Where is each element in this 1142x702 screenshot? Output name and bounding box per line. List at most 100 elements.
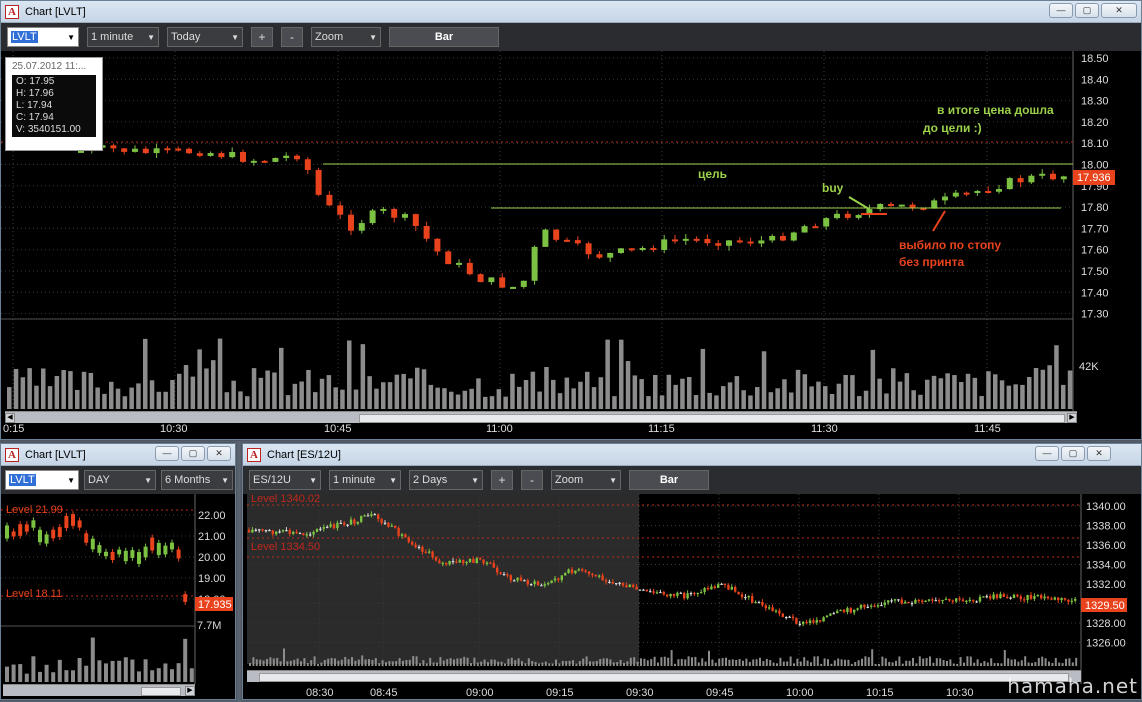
volume-bar — [854, 662, 857, 666]
es-chart-svg: Level 1340.02 Level 1334.50 1340.00 1338.… — [247, 493, 1127, 699]
bar-type-button[interactable]: Bar — [389, 27, 499, 47]
chevron-down-icon: ▼ — [609, 475, 617, 485]
scroll-left-icon[interactable]: ◀ — [5, 413, 15, 423]
candle-body — [479, 558, 482, 560]
candle-body — [370, 514, 373, 516]
candle-body — [883, 602, 886, 605]
es-range-select[interactable]: 2 Days ▼ — [409, 470, 483, 490]
scroll-right-icon[interactable]: ▶ — [185, 686, 195, 696]
maximize-button[interactable]: ▢ — [1075, 3, 1099, 18]
candle-body — [839, 609, 842, 612]
time-label: 08:30 — [306, 687, 334, 699]
volume-bar — [259, 659, 262, 666]
es-symbol-select[interactable]: ES/12U ▼ — [249, 470, 321, 490]
volume-bar — [483, 396, 488, 409]
volume-bar — [231, 380, 236, 409]
price-tick-label: 18.30 — [1081, 96, 1109, 108]
close-button[interactable]: ✕ — [1101, 3, 1137, 18]
main-scrollbar[interactable]: ◀ ▶ — [5, 411, 1077, 423]
candle-body — [823, 218, 830, 227]
price-tick-label: 17.70 — [1081, 223, 1109, 235]
scroll-right-icon[interactable]: ▶ — [1067, 413, 1077, 423]
es-zoom-out-button[interactable]: - — [521, 470, 543, 490]
candle-body — [706, 588, 710, 590]
zoom-select[interactable]: Zoom ▼ — [311, 27, 381, 47]
candle-body — [608, 581, 611, 583]
volume-bar — [670, 650, 673, 666]
main-window-titlebar[interactable]: A Chart [LVLT] — ▢ ✕ — [1, 1, 1141, 23]
candle-body — [876, 605, 880, 607]
interval-select[interactable]: 1 minute ▼ — [87, 27, 159, 47]
candle-body — [632, 584, 635, 587]
minimize-button[interactable]: — — [155, 446, 179, 461]
volume-bar — [761, 351, 767, 409]
candle-body — [366, 515, 370, 517]
es-zoom-in-button[interactable]: + — [491, 470, 513, 490]
es-scrollbar[interactable] — [247, 670, 1081, 682]
daily-price-plot[interactable]: Level 21.99 Level 18.11 22.00 21.00 20.00 1… — [1, 494, 235, 699]
es-bar-type-button[interactable]: Bar — [629, 470, 709, 490]
candle-body — [921, 600, 924, 603]
time-label: 09:15 — [546, 687, 574, 699]
volume-bar — [548, 663, 551, 666]
volume-bar — [422, 660, 425, 666]
volume-bar — [619, 339, 624, 409]
main-price-plot[interactable]: 18.50 18.40 18.30 18.20 18.10 18.00 17.90 17.80… — [1, 51, 1141, 423]
volume-bar — [918, 656, 921, 666]
maximize-button[interactable]: ▢ — [181, 446, 205, 461]
es-window-titlebar[interactable]: A Chart [ES/12U] — ▢ ✕ — [243, 444, 1141, 466]
minimize-button[interactable]: — — [1049, 3, 1073, 18]
candle-body — [349, 519, 353, 525]
es-scroll-thumb[interactable] — [259, 673, 1069, 682]
candle-body — [482, 559, 485, 564]
volume-bar — [728, 659, 731, 666]
minimize-button[interactable]: — — [1035, 446, 1059, 461]
volume-bar — [276, 657, 279, 666]
volume-bar — [1017, 661, 1020, 666]
volume-bar — [932, 662, 935, 666]
candle-body — [703, 588, 706, 593]
zoom-in-button[interactable]: + — [251, 27, 273, 47]
volume-bar — [990, 658, 993, 666]
daily-symbol-select[interactable]: LVLT ▼ — [5, 470, 79, 490]
close-button[interactable]: ✕ — [1087, 446, 1111, 461]
app-logo-icon: A — [247, 447, 261, 462]
volume-bar — [320, 662, 323, 666]
range-select[interactable]: Today ▼ — [167, 27, 243, 47]
candle-body — [682, 238, 689, 241]
es-price-plot[interactable]: Level 1340.02 Level 1334.50 1340.00 1338.… — [243, 493, 1141, 699]
daily-range-select[interactable]: 6 Months ▼ — [161, 470, 233, 490]
volume-bar — [836, 383, 842, 409]
volume-bar — [772, 662, 775, 666]
volume-bar — [759, 657, 761, 666]
es-interval-select[interactable]: 1 minute ▼ — [329, 470, 401, 490]
candle-body — [574, 240, 581, 244]
zoom-out-button[interactable]: - — [281, 27, 303, 47]
volume-bar — [666, 374, 672, 409]
close-button[interactable]: ✕ — [207, 446, 231, 461]
candle-body — [815, 620, 818, 623]
candle-body — [64, 515, 69, 529]
symbol-select[interactable]: LVLT ▼ — [7, 27, 79, 47]
chevron-down-icon: ▼ — [389, 475, 397, 485]
volume-bar — [211, 360, 216, 409]
volume-bar — [110, 660, 115, 682]
candle-body — [163, 545, 168, 555]
daily-window-titlebar[interactable]: A Chart [LVLT] — ▢ ✕ — [1, 444, 235, 466]
volume-bar — [521, 661, 523, 666]
daily-scroll-thumb[interactable] — [141, 687, 181, 696]
maximize-button[interactable]: ▢ — [1061, 446, 1085, 461]
scroll-thumb[interactable] — [359, 414, 1065, 423]
candle-body — [934, 600, 937, 602]
volume-bar — [531, 660, 534, 666]
daily-scrollbar[interactable]: ▶ — [3, 684, 195, 696]
es-zoom-select[interactable]: Zoom ▼ — [551, 470, 621, 490]
stop-arrow-icon — [932, 210, 946, 232]
candle-body — [445, 251, 452, 265]
volume-bar — [704, 661, 707, 666]
volume-bar — [782, 379, 787, 409]
daily-interval-select[interactable]: DAY ▼ — [84, 470, 156, 490]
time-label: 11:00 — [486, 423, 513, 435]
volume-bar — [939, 658, 942, 666]
volume-bar — [931, 375, 937, 409]
